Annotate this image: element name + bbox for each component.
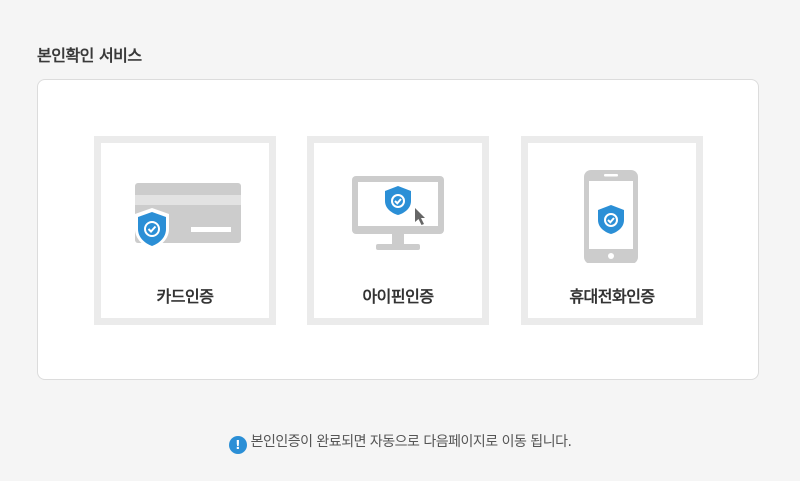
verification-panel: 카드인증 아이핀인증 휴대전화인증 [37, 79, 759, 380]
monitor-shield-icon [352, 176, 444, 250]
ipin-verification-label: 아이핀인증 [362, 287, 434, 306]
ipin-verification-button[interactable]: 아이핀인증 [307, 136, 489, 325]
notice-text: 본인인증이 완료되면 자동으로 다음페이지로 이동 됩니다. [250, 434, 572, 450]
card-shield-icon [135, 183, 241, 249]
phone-verification-label: 휴대전화인증 [569, 287, 655, 306]
card-verification-button[interactable]: 카드인증 [94, 136, 276, 325]
phone-verification-button[interactable]: 휴대전화인증 [521, 136, 703, 325]
phone-shield-icon [584, 170, 638, 263]
exclamation-circle-icon: ! [228, 436, 247, 454]
card-verification-label: 카드인증 [156, 287, 214, 306]
section-title: 본인확인 서비스 [37, 46, 142, 65]
auto-redirect-notice: ! 본인인증이 완료되면 자동으로 다음페이지로 이동 됩니다. [0, 431, 800, 454]
